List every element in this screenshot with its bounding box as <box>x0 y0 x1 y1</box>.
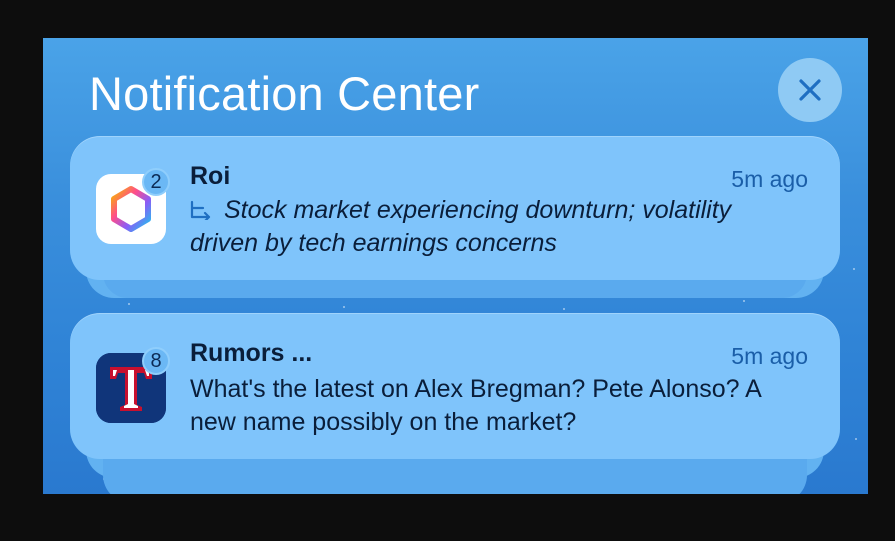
notification-time: 5m ago <box>731 343 808 369</box>
close-button[interactable] <box>778 58 842 122</box>
notification-center-panel: Notification Center 2 Roi 5m ago Stock m… <box>43 38 868 494</box>
notification-body-text: Stock market experiencing downturn; vola… <box>190 196 732 257</box>
background-star <box>343 306 345 308</box>
unread-count-badge: 2 <box>142 168 170 196</box>
background-star <box>743 300 745 302</box>
notification-time: 5m ago <box>731 166 808 192</box>
background-star <box>563 308 565 310</box>
page-title: Notification Center <box>89 67 480 120</box>
background-star <box>855 438 857 440</box>
close-icon <box>799 79 821 101</box>
background-star <box>853 268 855 270</box>
background-star <box>128 303 130 305</box>
notification-card-rumors[interactable]: 8 Rumors ... 5m ago What's the latest on… <box>70 313 840 459</box>
unread-count-badge: 8 <box>142 347 170 375</box>
notification-app-name: Roi <box>190 162 231 190</box>
notification-card-roi[interactable]: 2 Roi 5m ago Stock market experiencing d… <box>70 136 840 280</box>
notification-body: Stock market experiencing downturn; vola… <box>190 194 800 260</box>
summary-icon <box>190 200 211 220</box>
notification-body-text: What's the latest on Alex Bregman? Pete … <box>190 375 761 436</box>
notification-app-name: Rumors ... <box>190 339 313 367</box>
